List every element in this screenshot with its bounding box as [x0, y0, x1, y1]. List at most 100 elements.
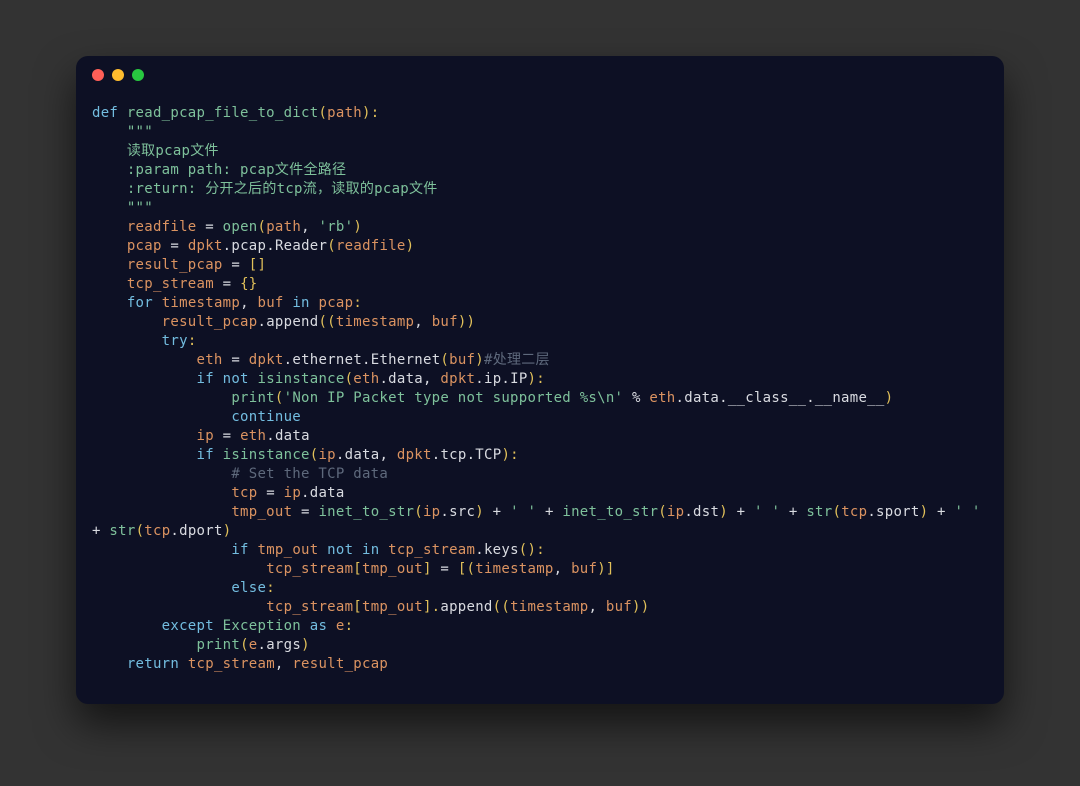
code-token: =: [432, 561, 458, 577]
code-line: tcp_stream = {}: [92, 276, 258, 292]
code-token: (: [658, 504, 667, 520]
code-token: pcap: [318, 295, 353, 311]
code-token: dport: [179, 523, 223, 539]
code-token: dpkt: [397, 447, 432, 463]
code-token: eth: [649, 390, 675, 406]
code-token: %: [623, 390, 649, 406]
code-token: .: [336, 447, 345, 463]
code-token: pcap: [231, 238, 266, 254]
code-token: ,: [554, 561, 571, 577]
code-token: print: [197, 637, 241, 653]
code-token: +: [928, 504, 954, 520]
code-token: ):: [501, 447, 518, 463]
code-token: ): [406, 238, 415, 254]
code-token: [92, 542, 231, 558]
code-token: sport: [876, 504, 920, 520]
code-token: (: [258, 219, 267, 235]
code-token: data: [684, 390, 719, 406]
code-token: ' ': [510, 504, 536, 520]
code-token: [: [353, 561, 362, 577]
code-token: (: [136, 523, 145, 539]
code-token: [92, 238, 127, 254]
code-token: readfile: [127, 219, 197, 235]
code-token: result_pcap: [127, 257, 223, 273]
code-token: [92, 599, 266, 615]
code-token: ,: [379, 447, 396, 463]
code-token: path: [327, 105, 362, 121]
code-token: [92, 466, 231, 482]
code-token: print: [231, 390, 275, 406]
code-token: data: [310, 485, 345, 501]
code-token: except: [162, 618, 223, 634]
code-token: ,: [588, 599, 605, 615]
code-token: ,: [301, 219, 318, 235]
code-token: buf: [606, 599, 632, 615]
code-line: pcap = dpkt.pcap.Reader(readfile): [92, 238, 414, 254]
code-token: [92, 371, 197, 387]
code-token: e: [336, 618, 345, 634]
code-token: result_pcap: [292, 656, 388, 672]
code-token: ip: [318, 447, 335, 463]
code-token: Exception: [223, 618, 301, 634]
code-token: {}: [240, 276, 257, 292]
code-token: readfile: [336, 238, 406, 254]
code-token: ]: [423, 561, 432, 577]
code-token: args: [266, 637, 301, 653]
code-token: .: [301, 485, 310, 501]
code-token: dpkt: [440, 371, 475, 387]
code-line: def read_pcap_file_to_dict(path):: [92, 105, 379, 121]
code-token: .: [719, 390, 728, 406]
code-line: if not isinstance(eth.data, dpkt.ip.IP):: [92, 371, 545, 387]
code-token: __class__: [728, 390, 806, 406]
code-token: not in: [318, 542, 388, 558]
code-token: data: [388, 371, 423, 387]
code-token: eth: [353, 371, 379, 387]
code-token: as: [301, 618, 336, 634]
code-token: +: [536, 504, 562, 520]
code-token: )): [632, 599, 649, 615]
code-token: timestamp: [162, 295, 240, 311]
code-token: .: [501, 371, 510, 387]
code-line: tmp_out = inet_to_str(ip.src) + ' ' + in…: [92, 504, 989, 539]
code-token: :: [345, 618, 354, 634]
code-token: dpkt: [188, 238, 223, 254]
code-line: else:: [92, 580, 275, 596]
code-token: tcp_stream: [127, 276, 214, 292]
close-icon[interactable]: [92, 69, 104, 81]
zoom-icon[interactable]: [132, 69, 144, 81]
code-token: ].: [423, 599, 440, 615]
code-token: continue: [231, 409, 301, 425]
code-token: =: [223, 257, 249, 273]
code-line: except Exception as e:: [92, 618, 353, 634]
code-token: timestamp: [475, 561, 553, 577]
code-token: ): [719, 504, 728, 520]
code-token: (: [440, 352, 449, 368]
code-token: dpkt: [249, 352, 284, 368]
code-token: .: [362, 352, 371, 368]
code-token: (: [414, 504, 423, 520]
code-token: ip: [423, 504, 440, 520]
code-token: .: [170, 523, 179, 539]
code-line: if isinstance(ip.data, dpkt.tcp.TCP):: [92, 447, 519, 463]
minimize-icon[interactable]: [112, 69, 124, 81]
code-line: readfile = open(path, 'rb'): [92, 219, 362, 235]
code-token: buf: [571, 561, 597, 577]
code-token: tcp_stream: [188, 656, 275, 672]
code-token: str: [109, 523, 135, 539]
code-token: tmp_out: [257, 542, 318, 558]
code-token: +: [728, 504, 754, 520]
code-token: open: [223, 219, 258, 235]
code-line: tcp_stream[tmp_out].append((timestamp, b…: [92, 599, 649, 615]
code-token: [92, 314, 162, 330]
code-token: eth: [240, 428, 266, 444]
code-token: [92, 295, 127, 311]
code-line: if tmp_out not in tcp_stream.keys():: [92, 542, 545, 558]
code-token: try: [162, 333, 188, 349]
code-token: timestamp: [510, 599, 588, 615]
code-token: +: [484, 504, 510, 520]
code-token: tcp: [841, 504, 867, 520]
code-token: return: [127, 656, 188, 672]
code-token: ): [301, 637, 310, 653]
code-token: [92, 485, 231, 501]
code-token: [92, 428, 197, 444]
